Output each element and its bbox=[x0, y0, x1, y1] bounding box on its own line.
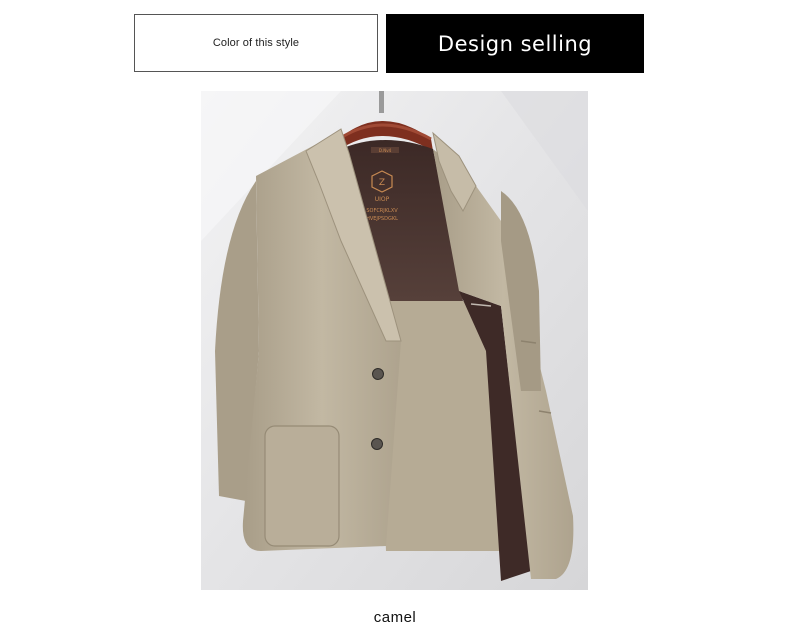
button-upper bbox=[372, 368, 384, 380]
tab-color-of-style-label: Color of this style bbox=[212, 37, 300, 49]
svg-text:UIOP: UIOP bbox=[375, 196, 390, 203]
svg-text:SOFCRJKLXV: SOFCRJKLXV bbox=[366, 208, 398, 214]
tab-design-selling[interactable]: Design selling bbox=[386, 14, 644, 73]
tab-color-of-style[interactable]: Color of this style bbox=[134, 14, 378, 72]
color-caption: camel bbox=[373, 609, 417, 626]
patch-pocket bbox=[264, 425, 340, 547]
svg-text:Z: Z bbox=[379, 178, 385, 188]
product-image: D.Nv4 Z UIOP SOFCRJKLXV HVEJPSDGKL bbox=[201, 91, 588, 590]
button-lower bbox=[371, 438, 383, 450]
svg-text:D.Nv4: D.Nv4 bbox=[379, 148, 392, 153]
jacket-illustration: D.Nv4 Z UIOP SOFCRJKLXV HVEJPSDGKL bbox=[201, 91, 588, 590]
svg-text:HVEJPSDGKL: HVEJPSDGKL bbox=[366, 216, 398, 222]
tab-design-selling-label: Design selling bbox=[437, 31, 593, 56]
